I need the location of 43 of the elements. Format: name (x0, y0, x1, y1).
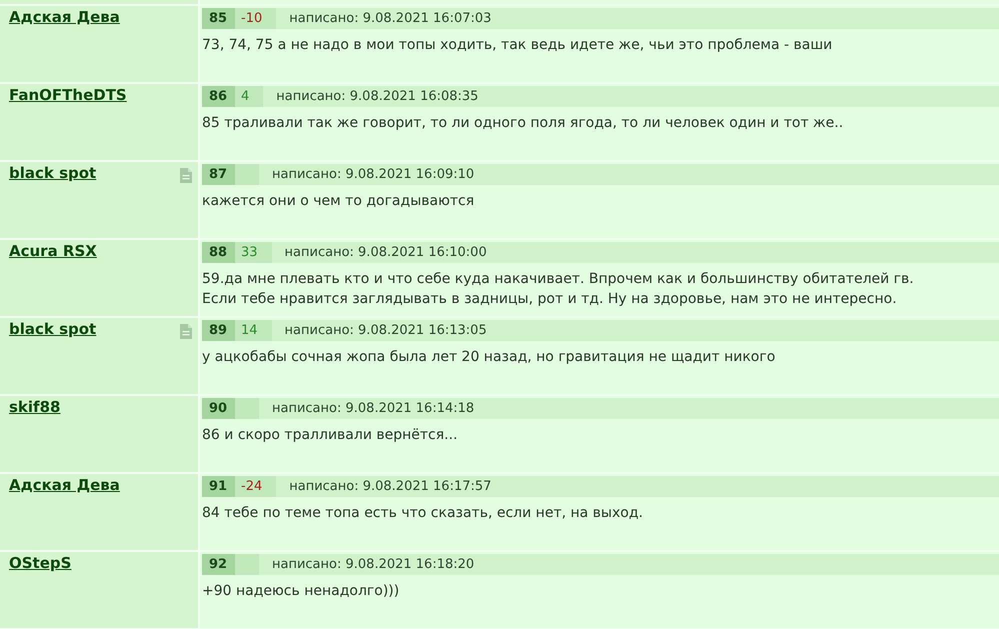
author-link[interactable]: Адская Дева (9, 476, 120, 495)
author-link[interactable]: skif88 (9, 398, 60, 417)
post-date: написано: 9.08.2021 16:07:03 (289, 10, 492, 28)
author-link[interactable]: Acura RSX (9, 242, 97, 261)
message-text: 85 траливали так же говорит, то ли одного поля ягода, то ли человек один и тот же.. (202, 114, 844, 133)
message-text: 59.да мне плевать кто и что себе куда накачивает. Впрочем как и большинству обитателей гв. (202, 270, 915, 289)
rating (235, 398, 259, 419)
author-link[interactable]: black spot (9, 164, 96, 183)
message-text: у ацкобабы сочная жопа была лет 20 назад, но гравитация не щадит никого (202, 348, 776, 367)
post-number: 87 (202, 164, 235, 185)
post-date: написано: 9.08.2021 16:17:57 (289, 478, 492, 496)
post-date: написано: 9.08.2021 16:09:10 (272, 166, 474, 184)
post-date: написано: 9.08.2021 16:10:00 (284, 244, 487, 262)
message-text: кажется они о чем то догадываются (202, 192, 476, 211)
message-text: 73, 74, 75 а не надо в мои топы ходить, так ведь идете же, чьи это проблема - ваши (202, 36, 834, 55)
message-text: +90 надеюсь ненадолго))) (202, 582, 400, 601)
author-link[interactable]: Адская Дева (9, 8, 120, 27)
document-icon[interactable] (180, 324, 192, 339)
message-text: 86 и скоро тралливали вернётся... (202, 426, 459, 445)
post-date: написано: 9.08.2021 16:14:18 (272, 400, 474, 418)
post-number: 85 (202, 8, 235, 29)
author-link[interactable]: black spot (9, 320, 96, 339)
post-date: написано: 9.08.2021 16:08:35 (276, 88, 478, 106)
rating: 33 (235, 242, 272, 263)
post-number: 89 (202, 320, 235, 341)
rating: -10 (235, 8, 276, 29)
rating: 4 (235, 86, 264, 107)
post-number: 88 (202, 242, 235, 263)
document-icon[interactable] (180, 168, 192, 183)
rating (235, 554, 259, 575)
author-link[interactable]: OStepS (9, 554, 72, 573)
post-number: 92 (202, 554, 235, 575)
rating (235, 164, 259, 185)
post-number: 91 (202, 476, 235, 497)
post-number: 86 (202, 86, 235, 107)
message-text: 84 тебе по теме топа есть что сказать, если нет, на выход. (202, 504, 644, 523)
rating: -24 (235, 476, 276, 497)
rating: 14 (235, 320, 272, 341)
message-text: Если тебе нравится заглядывать в задницы, рот и тд. Ну на здоровье, нам это не интересно. (202, 290, 898, 309)
post-date: написано: 9.08.2021 16:13:05 (284, 322, 487, 340)
post-date: написано: 9.08.2021 16:18:20 (272, 556, 474, 574)
post-number: 90 (202, 398, 235, 419)
author-link[interactable]: FanOFTheDTS (9, 86, 127, 105)
